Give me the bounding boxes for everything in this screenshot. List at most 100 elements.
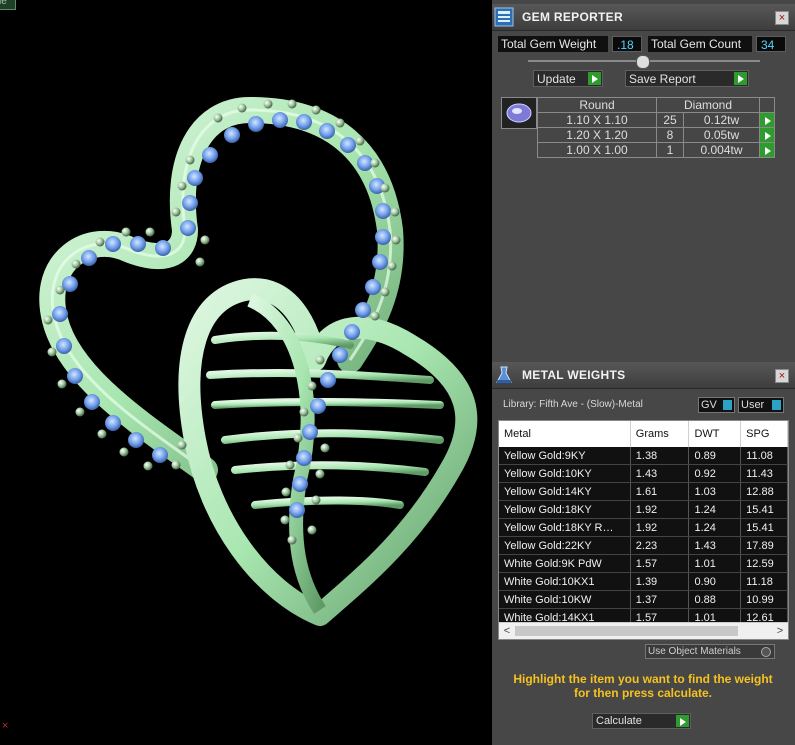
flask-icon bbox=[496, 366, 512, 383]
3d-viewport[interactable]: ie × bbox=[0, 0, 492, 745]
metal-dwt: 1.24 bbox=[688, 518, 742, 537]
toggle-knob-icon bbox=[723, 400, 732, 410]
gem-weight: 0.12tw bbox=[683, 112, 760, 128]
metal-name: Yellow Gold:22KY bbox=[499, 536, 631, 555]
metal-spg: 12.59 bbox=[740, 554, 788, 573]
metal-list-row[interactable]: Yellow Gold:14KY 1.61 1.03 12.88 bbox=[499, 482, 788, 501]
metal-dwt: 0.92 bbox=[688, 464, 742, 483]
library-label: Library: Fifth Ave - (Slow)-Metal bbox=[503, 399, 643, 410]
metal-weights-titlebar[interactable]: METAL WEIGHTS × bbox=[492, 362, 795, 389]
metal-dwt: 1.24 bbox=[688, 500, 742, 519]
metal-name: Yellow Gold:18KY bbox=[499, 500, 631, 519]
metal-name: White Gold:10KW bbox=[499, 590, 631, 609]
metal-grams: 1.61 bbox=[630, 482, 690, 501]
close-icon: × bbox=[778, 12, 786, 24]
metal-name: Yellow Gold:14KY bbox=[499, 482, 631, 501]
metal-spg: 11.43 bbox=[740, 464, 788, 483]
metal-list-row[interactable]: White Gold:10KW 1.37 0.88 10.99 bbox=[499, 590, 788, 609]
gem-weight: 0.004tw bbox=[683, 142, 760, 158]
user-toggle[interactable]: User bbox=[738, 397, 784, 413]
metal-grams: 1.37 bbox=[630, 590, 690, 609]
metal-list[interactable]: Metal Grams DWT SPG Yellow Gold:9KY 1.38 0… bbox=[498, 420, 789, 640]
total-gem-count-value: 34 bbox=[756, 36, 786, 52]
horizontal-scrollbar[interactable]: < > bbox=[499, 622, 788, 639]
metal-name: White Gold:9K PdW bbox=[499, 554, 631, 573]
metal-spg: 15.41 bbox=[740, 518, 788, 537]
gem-count: 1 bbox=[656, 142, 684, 158]
small-heart bbox=[178, 278, 478, 626]
dwt-column-header[interactable]: DWT bbox=[688, 421, 742, 447]
metal-list-row[interactable]: Yellow Gold:9KY 1.38 0.89 11.08 bbox=[499, 447, 788, 465]
gem-table-row[interactable]: 1.10 X 1.10 25 0.12tw bbox=[537, 112, 775, 128]
gem-size: 1.10 X 1.10 bbox=[537, 112, 657, 128]
metal-spg: 17.89 bbox=[740, 536, 788, 555]
metal-grams: 1.92 bbox=[630, 518, 690, 537]
metal-list-row[interactable]: White Gold:9K PdW 1.57 1.01 12.59 bbox=[499, 554, 788, 573]
gem-table-row[interactable]: 1.00 X 1.00 1 0.004tw bbox=[537, 142, 775, 158]
scrollbar-thumb[interactable] bbox=[515, 626, 738, 636]
metal-list-row[interactable]: White Gold:10KX1 1.39 0.90 11.18 bbox=[499, 572, 788, 591]
total-gem-weight-value: .18 bbox=[612, 36, 642, 52]
metal-list-row[interactable]: Yellow Gold:22KY 2.23 1.43 17.89 bbox=[499, 536, 788, 555]
play-arrow-icon bbox=[676, 715, 689, 727]
gem-thumbnail[interactable] bbox=[501, 97, 537, 129]
metal-weights-close-button[interactable]: × bbox=[775, 369, 789, 383]
select-gem-button[interactable] bbox=[759, 112, 775, 128]
metal-grams: 1.57 bbox=[630, 554, 690, 573]
calculate-button-label: Calculate bbox=[596, 715, 642, 727]
gem-reporter-close-button[interactable]: × bbox=[775, 11, 789, 25]
calculate-button[interactable]: Calculate bbox=[592, 713, 691, 729]
gem-reporter-icon bbox=[494, 7, 514, 27]
update-button-label: Update bbox=[537, 72, 576, 86]
gem-reporter-titlebar[interactable]: GEM REPORTER × bbox=[492, 4, 795, 31]
metal-dwt: 0.88 bbox=[688, 590, 742, 609]
use-object-materials-toggle[interactable]: Use Object Materials bbox=[645, 644, 775, 659]
metal-name: Yellow Gold:10KY bbox=[499, 464, 631, 483]
metal-grams: 1.38 bbox=[630, 447, 690, 465]
metal-name: White Gold:10KX1 bbox=[499, 572, 631, 591]
metal-dwt: 1.01 bbox=[688, 554, 742, 573]
select-gem-button[interactable] bbox=[759, 127, 775, 143]
scroll-left-icon[interactable]: < bbox=[499, 623, 515, 639]
metal-name: Yellow Gold:9KY bbox=[499, 447, 631, 465]
gem-count: 8 bbox=[656, 127, 684, 143]
metal-list-row[interactable]: Yellow Gold:18KY 1.92 1.24 15.41 bbox=[499, 500, 788, 519]
metal-grams: 1.92 bbox=[630, 500, 690, 519]
jewelry-model[interactable] bbox=[0, 0, 492, 745]
metal-dwt: 0.89 bbox=[688, 447, 742, 465]
play-arrow-icon bbox=[588, 72, 601, 85]
gv-toggle[interactable]: GV bbox=[698, 397, 735, 413]
metal-weights-title: METAL WEIGHTS bbox=[522, 368, 626, 382]
metal-spg: 12.88 bbox=[740, 482, 788, 501]
metal-spg: 15.41 bbox=[740, 500, 788, 519]
total-gem-weight-label: Total Gem Weight bbox=[498, 36, 608, 52]
metal-list-row[interactable]: Yellow Gold:10KY 1.43 0.92 11.43 bbox=[499, 464, 788, 483]
update-button[interactable]: Update bbox=[533, 70, 603, 87]
close-icon: × bbox=[778, 370, 786, 382]
save-report-button-label: Save Report bbox=[629, 72, 696, 86]
round-diamond-icon bbox=[506, 103, 532, 123]
metal-spg: 11.18 bbox=[740, 572, 788, 591]
save-report-button[interactable]: Save Report bbox=[625, 70, 749, 87]
metal-name: Yellow Gold:18KY R… bbox=[499, 518, 631, 537]
report-splitter-handle[interactable] bbox=[636, 55, 650, 69]
metal-list-header: Metal Grams DWT SPG bbox=[499, 421, 788, 447]
gem-type-header: Diamond bbox=[656, 97, 760, 113]
gem-shape-header: Round bbox=[537, 97, 657, 113]
axis-marker: × bbox=[2, 720, 9, 732]
metal-column-header[interactable]: Metal bbox=[499, 421, 631, 447]
use-object-materials-label: Use Object Materials bbox=[648, 646, 741, 657]
scroll-right-icon[interactable]: > bbox=[772, 623, 788, 639]
play-arrow-icon bbox=[734, 72, 747, 85]
metal-grams: 1.39 bbox=[630, 572, 690, 591]
spg-column-header[interactable]: SPG bbox=[740, 421, 788, 447]
gem-pave bbox=[52, 112, 391, 518]
metal-list-row[interactable]: Yellow Gold:18KY R… 1.92 1.24 15.41 bbox=[499, 518, 788, 537]
grams-column-header[interactable]: Grams bbox=[630, 421, 690, 447]
gv-toggle-label: GV bbox=[701, 399, 717, 411]
select-gem-button[interactable] bbox=[759, 142, 775, 158]
gem-table: Round Diamond 1.10 X 1.10 25 0.12tw 1.20… bbox=[537, 97, 775, 158]
gem-count: 25 bbox=[656, 112, 684, 128]
gem-size: 1.00 X 1.00 bbox=[537, 142, 657, 158]
gem-table-row[interactable]: 1.20 X 1.20 8 0.05tw bbox=[537, 127, 775, 143]
